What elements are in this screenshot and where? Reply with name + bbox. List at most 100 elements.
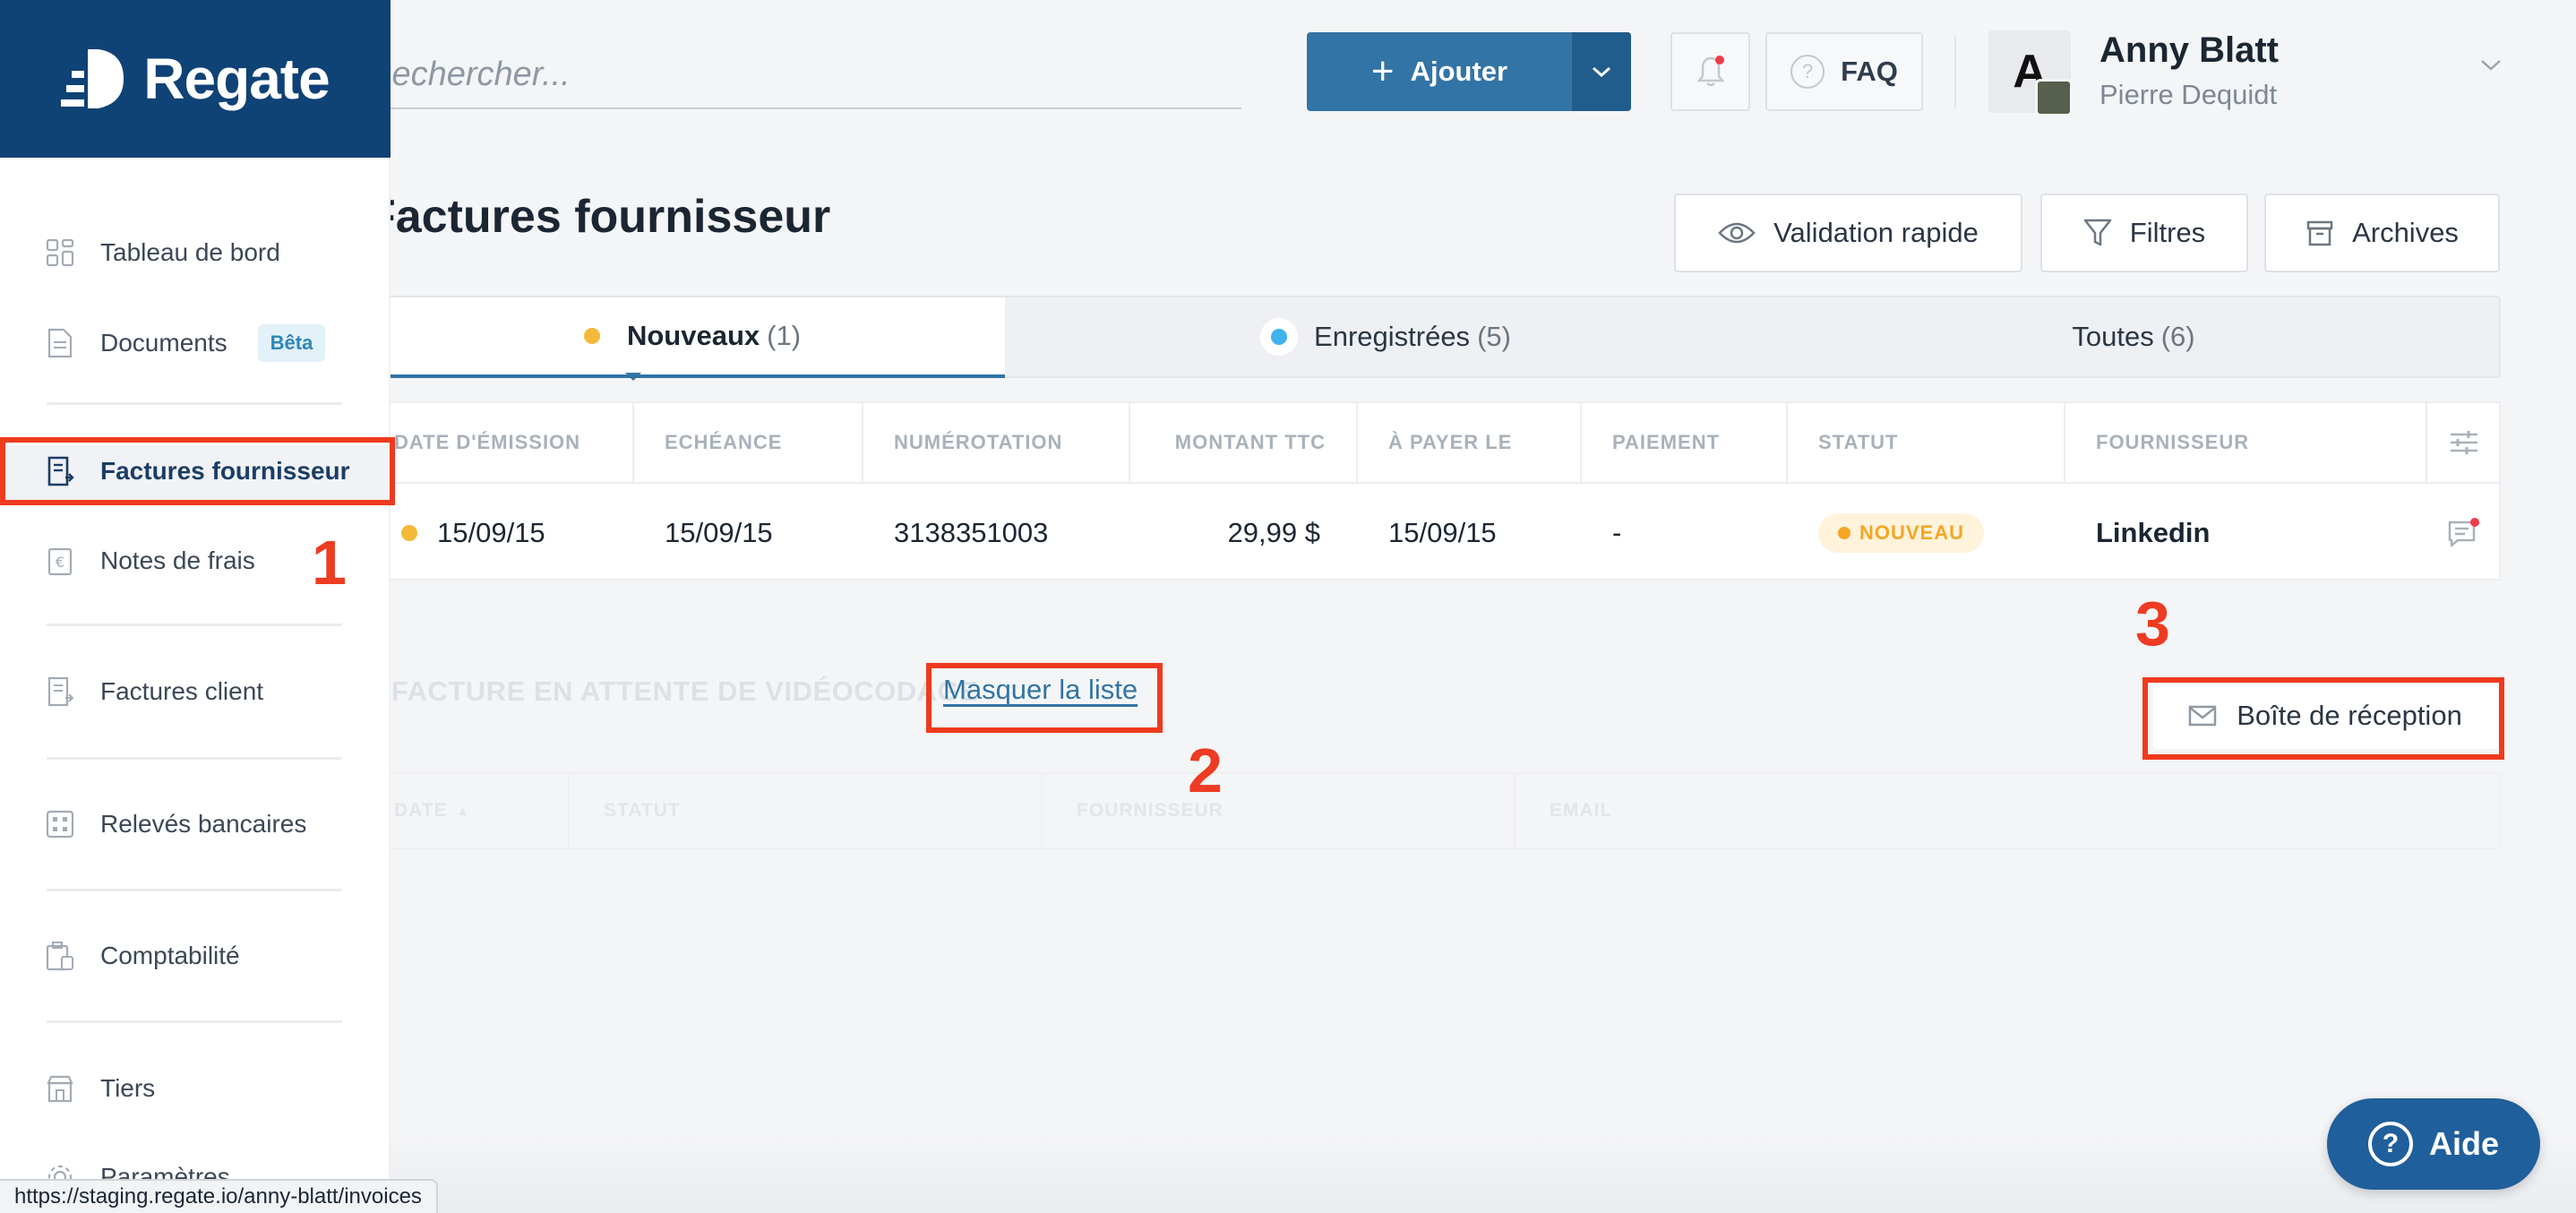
- quick-validation-label: Validation rapide: [1773, 217, 1979, 248]
- pending-col-status[interactable]: STATUT: [570, 774, 1043, 847]
- annotation-number-1: 1: [312, 528, 347, 598]
- tab-saved[interactable]: Enregistrées (5): [1005, 297, 1766, 376]
- store-icon: [45, 1073, 75, 1104]
- tab-saved-count: (5): [1477, 321, 1511, 352]
- user-menu-toggle[interactable]: [2479, 57, 2503, 78]
- filters-label: Filtres: [2129, 217, 2206, 248]
- euro-receipt-icon: €: [45, 546, 75, 576]
- filter-icon: [2083, 219, 2112, 246]
- add-button-label: Ajouter: [1410, 56, 1508, 87]
- beta-badge: Bêta: [257, 324, 326, 362]
- chevron-down-icon: [1593, 66, 1610, 78]
- col-status[interactable]: STATUT: [1788, 403, 2065, 482]
- help-button[interactable]: ? Aide: [2327, 1098, 2540, 1190]
- cell-status: NOUVEAU: [1788, 486, 2065, 581]
- sidebar-item-label: Comptabilité: [100, 942, 240, 969]
- sidebar-item-label: Documents: [100, 329, 228, 357]
- faq-label: FAQ: [1841, 56, 1898, 87]
- archives-button[interactable]: Archives: [2264, 194, 2500, 272]
- annotation-number-3: 3: [2135, 589, 2170, 658]
- status-badge: NOUVEAU: [1818, 513, 1985, 553]
- cell-amount: 29,99 $: [1227, 517, 1320, 548]
- annotation-box-2: [926, 663, 1163, 733]
- page-title: Factures fournisseur: [367, 191, 831, 243]
- tab-saved-indicator: [1260, 318, 1299, 356]
- sidebar-item-label: Relevés bancaires: [100, 810, 307, 838]
- tab-new-count: (1): [767, 320, 802, 351]
- add-button[interactable]: + Ajouter: [1307, 32, 1631, 111]
- user-photo: [2035, 79, 2073, 116]
- tab-new-indicator: [572, 317, 611, 355]
- sidebar: [0, 0, 391, 1213]
- sidebar-item-bank-statements[interactable]: Relevés bancaires: [45, 797, 306, 851]
- col-payment[interactable]: PAIEMENT: [1582, 403, 1788, 482]
- comment-icon: [2448, 518, 2479, 547]
- help-label: Aide: [2428, 1125, 2499, 1162]
- user-company: Pierre Dequidt: [2099, 79, 2278, 110]
- dashboard-icon: [45, 237, 75, 268]
- sidebar-item-expenses[interactable]: € Notes de frais: [45, 534, 255, 588]
- invoice-table: DATE D'ÉMISSION ECHÉANCE NUMÉROTATION MO…: [367, 401, 2501, 581]
- issue-date-value: 15/09/15: [437, 517, 545, 548]
- sidebar-item-third-parties[interactable]: Tiers: [45, 1062, 155, 1115]
- tab-new-label: Nouveaux: [626, 320, 760, 351]
- sidebar-divider: [47, 402, 342, 405]
- sidebar-item-accounting[interactable]: Comptabilité: [45, 929, 240, 983]
- quick-validation-button[interactable]: Validation rapide: [1674, 194, 2022, 272]
- header-divider: [1954, 36, 1956, 109]
- add-button-main[interactable]: + Ajouter: [1307, 32, 1572, 111]
- new-indicator-dot: [401, 525, 417, 541]
- pending-col-email[interactable]: EMAIL: [1516, 774, 2501, 847]
- sidebar-item-label: Tableau de bord: [100, 238, 280, 266]
- tab-all-label: Toutes: [2072, 321, 2154, 352]
- logo[interactable]: Regate: [0, 0, 391, 158]
- col-supplier[interactable]: FOURNISSEUR: [2065, 403, 2427, 482]
- pending-col-date[interactable]: DATE ▲: [369, 774, 570, 847]
- bottom-gradient: [391, 1134, 2576, 1213]
- active-tab-pointer: [625, 373, 641, 381]
- col-due-date[interactable]: ECHÉANCE: [634, 403, 863, 482]
- faq-button[interactable]: ? FAQ: [1765, 32, 1923, 111]
- col-issue-date[interactable]: DATE D'ÉMISSION: [369, 403, 634, 482]
- comments-button[interactable]: [2427, 486, 2501, 581]
- search-input[interactable]: Rechercher...: [367, 41, 1241, 109]
- table-header: DATE D'ÉMISSION ECHÉANCE NUMÉROTATION MO…: [369, 403, 2499, 484]
- column-settings-button[interactable]: [2427, 403, 2501, 482]
- annotation-box-3: [2142, 677, 2504, 760]
- notifications-button[interactable]: [1670, 32, 1750, 111]
- help-circle-icon: ?: [2367, 1122, 2413, 1166]
- accounting-icon: [45, 941, 75, 971]
- svg-text:€: €: [56, 554, 64, 571]
- col-pay-on[interactable]: À PAYER LE: [1358, 403, 1582, 482]
- status-dot: [1838, 527, 1850, 539]
- regate-logo-icon: [61, 49, 125, 108]
- pending-section-title: 1 FACTURE EN ATTENTE DE VIDÉOCODAGE: [367, 675, 979, 707]
- filters-button[interactable]: Filtres: [2040, 194, 2248, 272]
- eye-icon: [1718, 222, 1756, 244]
- pending-col-date-label: DATE: [394, 800, 448, 821]
- cell-number: 3138351003: [894, 517, 1049, 548]
- help-circle-icon: ?: [1790, 55, 1825, 89]
- cell-issue-date: 15/09/15: [369, 486, 634, 581]
- cell-payment: -: [1612, 517, 1622, 548]
- sidebar-divider: [47, 1020, 342, 1023]
- tab-all[interactable]: Toutes (6): [1766, 297, 2501, 376]
- sidebar-divider: [47, 757, 342, 760]
- user-name[interactable]: Anny Blatt: [2099, 30, 2279, 71]
- col-number[interactable]: NUMÉROTATION: [863, 403, 1130, 482]
- sidebar-item-client-invoices[interactable]: Factures client: [45, 665, 263, 718]
- annotation-box-1: [0, 437, 395, 505]
- sidebar-divider: [47, 889, 342, 891]
- pending-col-supplier[interactable]: FOURNISSEUR: [1043, 774, 1516, 847]
- add-dropdown-toggle[interactable]: [1572, 32, 1631, 111]
- sidebar-item-label: Tiers: [100, 1074, 156, 1102]
- pending-table: DATE ▲ STATUT FOURNISSEUR EMAIL: [367, 772, 2501, 849]
- sidebar-item-label: Factures client: [100, 677, 264, 705]
- sidebar-item-documents[interactable]: Documents Bêta: [45, 316, 326, 370]
- col-amount[interactable]: MONTANT TTC: [1130, 403, 1358, 482]
- logo-text: Regate: [143, 47, 330, 111]
- sidebar-item-label: Notes de frais: [100, 546, 255, 574]
- tab-new[interactable]: Nouveaux (1): [369, 297, 1005, 378]
- sidebar-item-dashboard[interactable]: Tableau de bord: [45, 226, 280, 280]
- status-bar-url: https://staging.regate.io/anny-blatt/inv…: [0, 1179, 438, 1213]
